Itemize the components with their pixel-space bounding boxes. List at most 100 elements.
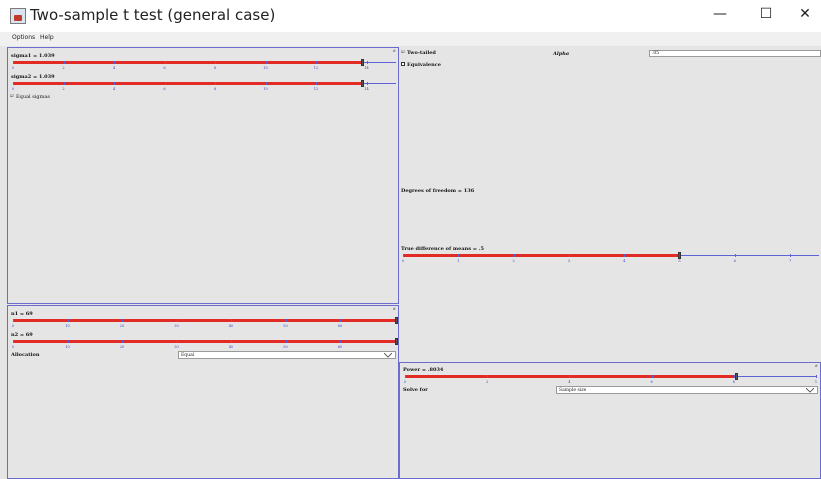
slider-tick [114,82,115,85]
slider-tick-label: 6 [733,259,736,263]
two-tailed-label: Two-tailed [407,50,436,56]
slider-fill [13,319,396,322]
slider-tick-label: 8 [213,66,217,70]
allocation-dropdown[interactable]: Equal [178,351,396,359]
slider-tick [122,319,123,322]
slider-fill [13,82,362,85]
slider-tick-label: 0 [11,66,15,70]
slider-tick-label: 30 [174,324,179,328]
slider-tick-label: 6 [650,380,653,384]
power-panel: # Power = .8034 024681 Solve for Sample … [399,362,821,479]
title-bar: Two-sample t test (general case) — ☐ ✕ [0,0,821,32]
minimize-button[interactable]: — [697,6,743,22]
allocation-label: Allocation [11,352,40,358]
slider-tick [568,254,570,257]
slider-thumb[interactable] [678,252,682,259]
slider-tick [13,340,14,343]
slider-tick-label: 1 [814,380,818,384]
slider-thumb[interactable] [360,59,364,66]
equal-sigmas-checkbox[interactable]: ☑ [10,94,14,98]
slider-tick [164,61,166,64]
slider-tick [624,254,626,257]
solve-for-label: Solve for [403,387,428,393]
true-difference-slider[interactable]: 0 1 2 3 4 5 6 7 [401,252,819,264]
slider-tick [67,340,69,343]
slider-tick-label: 4 [623,259,626,263]
slider-tick-label: 2 [512,259,515,263]
slider-tick-label: 7 [788,259,792,263]
n2-slider[interactable]: 0 10 20 30 40 50 60 [12,338,398,350]
solve-for-dropdown[interactable]: Sample size [556,386,818,394]
slider-tick [316,82,317,85]
menu-options[interactable]: Options [12,34,35,41]
slider-tick-label: 40 [228,324,234,328]
slider-tick-label: 4 [112,87,116,91]
java-app-icon [10,8,26,24]
slider-tick-label: 12 [313,87,319,91]
slider-tick-label: 30 [174,345,179,349]
solve-for-value: Sample size [559,388,587,393]
alpha-value: .05 [652,51,660,56]
slider-tick [63,61,65,64]
alpha-field[interactable]: .05 [649,50,821,57]
slider-fill [13,61,362,64]
slider-thumb[interactable] [734,373,738,380]
two-tailed-checkbox[interactable]: ☑ [401,50,405,54]
menu-help[interactable]: Help [40,34,54,41]
slider-fill [403,254,680,257]
equivalence-checkbox[interactable] [401,62,405,66]
slider-tick-label: 60 [337,345,343,349]
slider-tick [176,319,178,322]
slider-tick-label: 4 [112,66,116,70]
slider-tick-label: 0 [401,259,405,263]
degrees-of-freedom-label: Degrees of freedom = 136 [401,188,475,194]
slider-tick [13,319,14,322]
slider-tick-label: 14 [364,66,369,70]
slider-tick [63,82,65,85]
slider-tick [215,61,216,64]
slider-tick-label: 10 [263,87,268,91]
slider-tick [366,61,368,64]
panel-corner-mark: # [392,306,396,311]
slider-tick [285,319,287,322]
sigma-panel: # sigma1 = 1.039 0 2 4 6 8 10 12 14 sigma2 = 1.… [7,47,399,304]
slider-tick [215,82,216,85]
slider-tick-label: 0 [11,324,15,328]
slider-tick [176,340,178,343]
sigma2-slider[interactable]: 0 2 4 6 8 10 12 14 [11,80,396,92]
slider-tick-label: 1 [457,259,460,263]
slider-tick-label: 4 [568,380,571,384]
slider-tick [458,254,460,257]
slider-tick-label: 14 [364,87,369,91]
n1-slider[interactable]: 0 10 20 30 40 50 60 [11,317,398,329]
panel-corner-mark: # [392,48,396,53]
slider-thumb[interactable] [395,338,398,345]
slider-fill [13,340,396,343]
power-slider[interactable]: 0 2 4 6 8 1 [404,373,818,385]
slider-tick [487,375,489,378]
slider-thumb[interactable] [360,80,364,87]
slider-tick [513,254,515,257]
slider-tick [816,375,817,378]
slider-tick-label: 12 [313,66,319,70]
options-panel: ☑ Two-tailed Equivalence Alpha .05 Degre… [399,47,821,362]
slider-tick [265,82,267,85]
slider-tick-label: 10 [65,345,70,349]
slider-tick-label: 60 [337,324,343,328]
slider-tick-label: 2 [62,66,65,70]
slider-tick [316,61,317,64]
alpha-label: Alpha [553,51,570,57]
slider-thumb[interactable] [395,317,398,324]
slider-tick [231,319,232,322]
close-button[interactable]: ✕ [782,6,821,22]
slider-tick-label: 2 [62,87,65,91]
sigma1-slider[interactable]: 0 2 4 6 8 10 12 14 [11,59,396,71]
slider-tick-label: 0 [11,87,15,91]
slider-tick [265,61,267,64]
slider-tick-label: 20 [119,324,125,328]
menu-bar: Options Help [0,32,821,46]
slider-tick-label: 50 [283,324,288,328]
slider-tick-label: 3 [567,259,571,263]
slider-tick-label: 8 [213,87,217,91]
slider-tick [790,254,792,257]
